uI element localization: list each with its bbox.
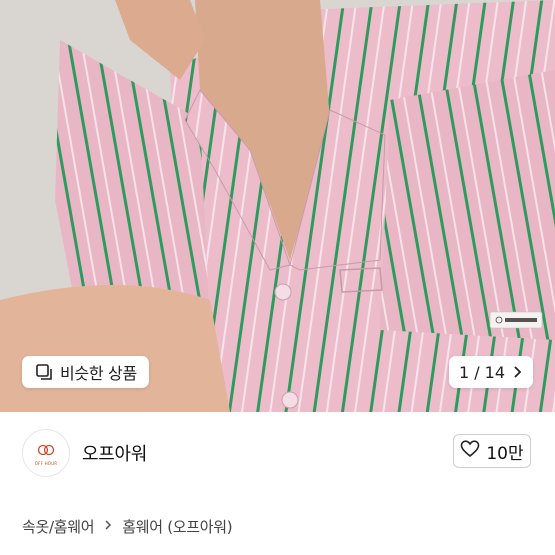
breadcrumb-item-subcategory[interactable]: 홈웨어 (오프아워) xyxy=(122,516,232,537)
seller-avatar[interactable]: OFF HOUR xyxy=(22,429,70,477)
chevron-right-icon xyxy=(104,519,112,535)
similar-items-icon xyxy=(34,362,54,382)
similar-products-button[interactable]: 비슷한 상품 xyxy=(22,356,149,388)
product-image[interactable]: 비슷한 상품 1 / 14 xyxy=(0,0,555,412)
breadcrumb-item-category[interactable]: 속옷/홈웨어 xyxy=(22,516,95,537)
seller-name[interactable]: 오프아워 xyxy=(82,440,147,466)
avatar-brand-text: OFF HOUR xyxy=(34,460,58,466)
chevron-right-icon[interactable] xyxy=(513,365,523,379)
like-count: 10만 xyxy=(486,443,524,464)
like-button[interactable]: 10만 xyxy=(453,434,531,468)
image-page-indicator[interactable]: 1 / 14 xyxy=(449,356,533,388)
brand-logo-icon xyxy=(36,441,56,460)
breadcrumb: 속옷/홈웨어 홈웨어 (오프아워) xyxy=(22,516,233,537)
page-indicator-text: 1 / 14 xyxy=(458,362,506,382)
seller-row: OFF HOUR 오프아워 10만 xyxy=(0,412,555,496)
similar-products-label: 비슷한 상품 xyxy=(60,364,137,383)
heart-outline-icon xyxy=(460,440,480,462)
